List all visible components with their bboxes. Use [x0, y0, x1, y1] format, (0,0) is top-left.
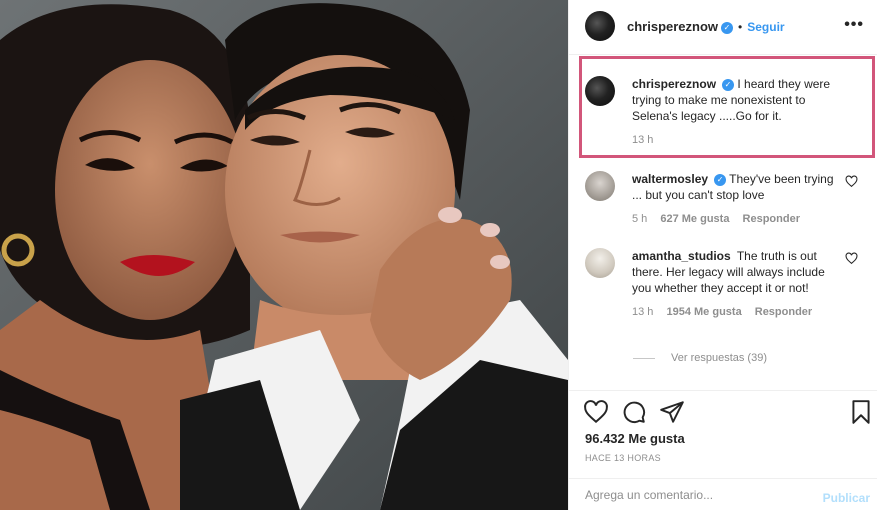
comment-body: amantha_studios The truth is out there. … — [632, 248, 842, 320]
comment-likes[interactable]: 627 Me gusta — [660, 213, 729, 225]
commenter-avatar[interactable] — [585, 171, 615, 201]
header-divider — [569, 54, 877, 55]
comment-username[interactable]: amantha_studios — [632, 249, 731, 263]
view-replies[interactable]: Ver respuestas (39) — [633, 352, 767, 364]
caption-highlight-box — [579, 56, 875, 158]
follow-button[interactable]: Seguir — [747, 20, 784, 34]
likes-count[interactable]: 96.432 Me gusta — [585, 431, 685, 446]
publish-button[interactable]: Publicar — [823, 491, 870, 505]
paper-plane-icon[interactable] — [659, 399, 685, 425]
author-username[interactable]: chrisperez​now — [627, 19, 718, 34]
verified-badge-icon: ✓ — [714, 174, 727, 186]
verified-badge-icon: ✓ — [721, 21, 734, 34]
comment-meta: 13 h 1954 Me gusta Responder — [632, 304, 842, 320]
comment-body: waltermosley ✓ They've been trying ... bu… — [632, 171, 842, 227]
separator-dot: • — [738, 19, 743, 34]
post-image — [0, 0, 568, 510]
post-header: chrisperez​now ✓ • Seguir ••• — [585, 10, 870, 42]
post-photo — [0, 0, 568, 510]
comment-item: amantha_studios The truth is out there. … — [585, 248, 870, 320]
replies-line — [633, 357, 655, 359]
author-line: chrisperez​now ✓ • Seguir — [627, 19, 785, 34]
bookmark-icon[interactable] — [848, 399, 874, 425]
comment-icon[interactable] — [621, 399, 647, 425]
commenter-avatar[interactable] — [585, 248, 615, 278]
more-options-icon[interactable]: ••• — [844, 16, 864, 34]
comment-likes[interactable]: 1954 Me gusta — [666, 306, 741, 318]
add-comment-bar: Publicar — [569, 478, 877, 510]
reply-button[interactable]: Responder — [743, 213, 800, 225]
comment-item: waltermosley ✓ They've been trying ... bu… — [585, 171, 870, 227]
actions-divider — [569, 390, 877, 391]
view-replies-label[interactable]: Ver respuestas (39) — [671, 352, 767, 364]
action-bar — [583, 399, 870, 425]
comment-time[interactable]: 5 h — [632, 213, 647, 225]
reply-button[interactable]: Responder — [755, 306, 812, 318]
post-timestamp: HACE 13 HORAS — [585, 453, 661, 463]
comment-time[interactable]: 13 h — [632, 306, 653, 318]
comment-input[interactable] — [585, 485, 805, 505]
author-avatar[interactable] — [585, 11, 615, 41]
comment-username[interactable]: waltermosley — [632, 172, 708, 186]
comment-like-heart-icon[interactable] — [845, 175, 858, 188]
comment-like-heart-icon[interactable] — [845, 252, 858, 265]
comment-meta: 5 h 627 Me gusta Responder — [632, 211, 842, 227]
heart-icon[interactable] — [583, 399, 609, 425]
